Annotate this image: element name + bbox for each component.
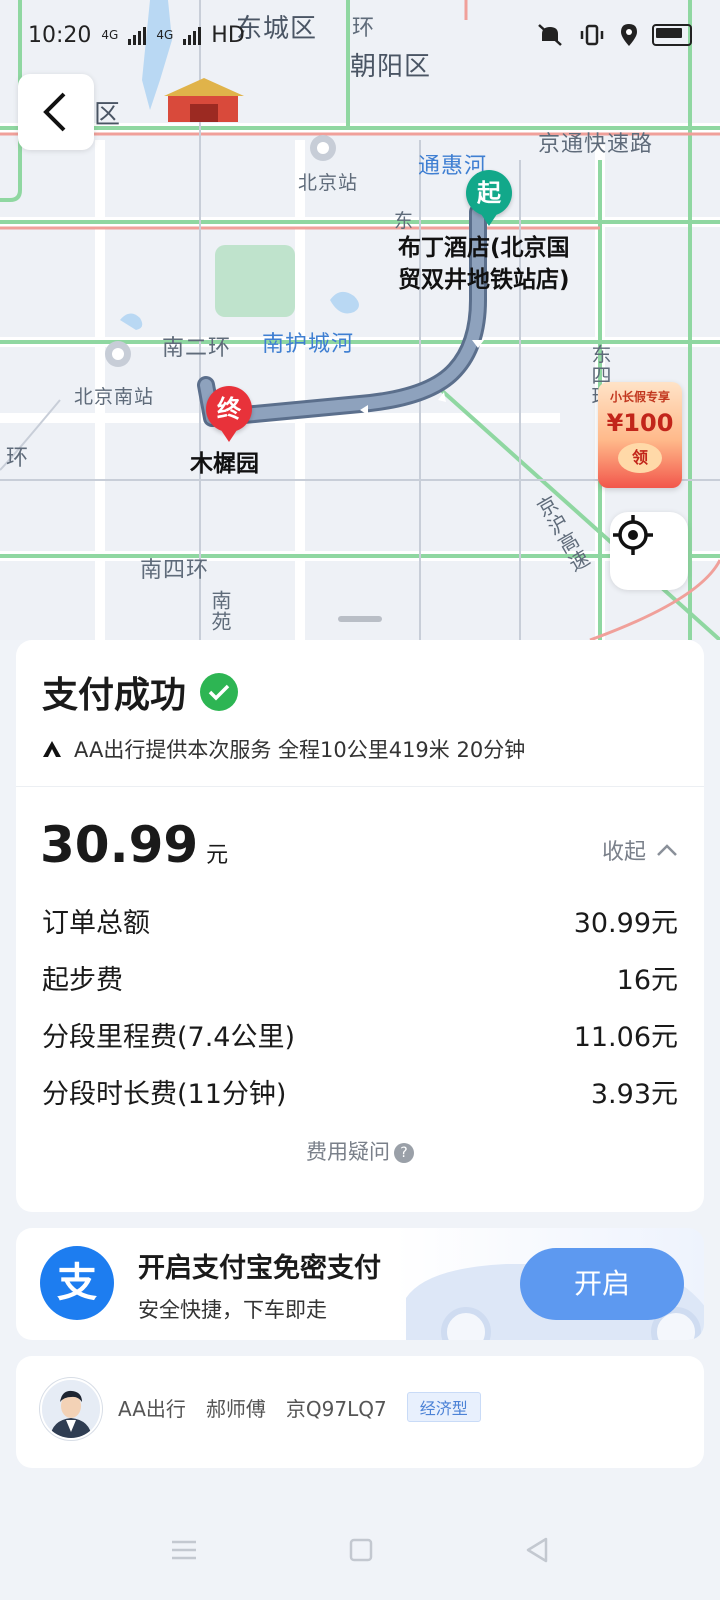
alipay-title: 开启支付宝免密支付	[138, 1253, 381, 1284]
fee-label: 分段里程费(7.4公里)	[42, 1022, 296, 1053]
start-location-label: 布丁酒店(北京国 贸双井地铁站店)	[398, 232, 570, 296]
back-triangle-icon[interactable]	[524, 1536, 550, 1564]
signal-1-icon	[128, 25, 147, 45]
driver-avatar	[40, 1378, 102, 1440]
map-label-beijing-south: 北京南站	[74, 386, 155, 408]
fee-label: 分段时长费(11分钟)	[42, 1079, 287, 1110]
back-button[interactable]	[18, 74, 94, 150]
battery-icon	[652, 24, 692, 46]
start-pin[interactable]: 起	[466, 170, 512, 226]
fee-value: 16元	[616, 965, 678, 996]
location-icon	[621, 24, 637, 46]
car-type-badge: 经济型	[406, 1392, 481, 1422]
collapse-button[interactable]: 收起	[602, 834, 678, 866]
promo-title: 小长假专享	[609, 390, 670, 404]
collapse-label: 收起	[601, 840, 646, 865]
payment-status-text: 支付成功	[42, 675, 187, 716]
driver-name: 郝师傅	[205, 1396, 266, 1421]
enable-alipay-button[interactable]: 开启	[520, 1248, 684, 1320]
payment-card: 支付成功 AA出行提供本次服务 全程10公里419米 20分钟 30.99 元 …	[16, 640, 704, 1212]
crosshair-icon	[613, 515, 653, 555]
map-label-nanyuan: 南苑	[208, 590, 232, 632]
fee-breakdown: 订单总额 30.99元 起步费 16元 分段里程费(7.4公里) 11.06元 …	[42, 892, 678, 1120]
check-circle-icon	[200, 673, 239, 711]
driver-avatar-icon	[42, 1380, 100, 1438]
aa-logo-icon	[43, 741, 61, 757]
map-label-dong: 东	[394, 210, 415, 232]
map-label-qu: 区	[94, 100, 122, 130]
question-icon: ?	[394, 1143, 414, 1163]
locate-button[interactable]	[610, 512, 688, 590]
fee-question-link[interactable]: 费用疑问?	[16, 1136, 704, 1166]
fee-value: 3.93元	[590, 1079, 678, 1110]
fee-row: 分段时长费(11分钟) 3.93元	[42, 1063, 678, 1120]
start-name-line2: 贸双井地铁站店)	[398, 267, 570, 293]
total-amount: 30.99 元	[40, 816, 228, 874]
service-info: AA出行提供本次服务 全程10公里419米 20分钟	[42, 734, 525, 764]
fee-row: 起步费 16元	[42, 949, 678, 1006]
sheet-drag-handle[interactable]	[338, 616, 382, 622]
chevron-left-icon	[43, 92, 66, 132]
network-1-label: 4G	[101, 28, 119, 42]
fee-value: 11.06元	[573, 1022, 678, 1053]
map-label-jingtong: 京通快速路	[538, 132, 654, 157]
map-label-beijing-station: 北京站	[298, 172, 359, 194]
signal-2-icon	[183, 25, 202, 45]
network-2-label: 4G	[156, 28, 174, 42]
map-label-huan-left: 环	[6, 446, 30, 471]
driver-card[interactable]: AA出行 郝师傅 京Q97LQ7 经济型	[16, 1356, 704, 1468]
promo-amount: ¥100	[606, 409, 674, 437]
end-pin[interactable]: 终	[206, 386, 252, 442]
start-name-line1: 布丁酒店(北京国	[398, 235, 570, 261]
map-label-nan-sihuan: 南四环	[140, 558, 210, 583]
end-location-label: 木樨园	[190, 451, 259, 477]
fee-label: 订单总额	[42, 908, 150, 939]
driver-info: AA出行 郝师傅 京Q97LQ7 经济型	[118, 1392, 481, 1422]
end-pin-badge: 终	[206, 386, 252, 442]
service-text: AA出行提供本次服务 全程10公里419米 20分钟	[74, 738, 526, 762]
fee-label: 起步费	[42, 965, 123, 996]
promo-coupon[interactable]: 小长假专享 ¥100 领	[598, 382, 682, 488]
chevron-up-icon	[657, 844, 677, 856]
driver-platform: AA出行	[118, 1396, 186, 1421]
alipay-logo-icon: 支	[40, 1246, 114, 1320]
license-plate: 京Q97LQ7	[285, 1396, 387, 1421]
menu-icon[interactable]	[170, 1539, 198, 1561]
hd-label: HD	[211, 22, 245, 48]
fee-value: 30.99元	[573, 908, 678, 939]
mute-icon	[538, 24, 562, 46]
start-pin-badge: 起	[466, 170, 512, 226]
status-time: 10:20	[28, 22, 92, 48]
system-navigation-bar	[0, 1500, 720, 1600]
fee-question-label: 费用疑问	[306, 1140, 390, 1164]
status-bar: 10:20 4G 4G HD	[0, 0, 720, 70]
map-label-nan-erhuan: 南二环	[162, 336, 232, 361]
promo-claim-button[interactable]: 领	[618, 443, 662, 473]
home-icon[interactable]	[348, 1537, 374, 1563]
route-map[interactable]: 东城区 朝阳区 环 区 京通快速路 通惠河 北京站 东 南二环 南护城河 北京南…	[0, 0, 720, 640]
fee-row: 订单总额 30.99元	[42, 892, 678, 949]
fee-row: 分段里程费(7.4公里) 11.06元	[42, 1006, 678, 1063]
vibrate-icon	[580, 24, 604, 46]
total-amount-value: 30.99	[40, 816, 199, 874]
alipay-subtitle: 安全快捷，下车即走	[138, 1298, 327, 1322]
total-amount-unit: 元	[206, 843, 229, 868]
payment-title: 支付成功	[42, 666, 239, 718]
alipay-promo-card: 支 开启支付宝免密支付 安全快捷，下车即走 开启	[16, 1228, 704, 1340]
map-label-nanhu-river: 南护城河	[262, 332, 355, 357]
divider	[16, 786, 704, 787]
